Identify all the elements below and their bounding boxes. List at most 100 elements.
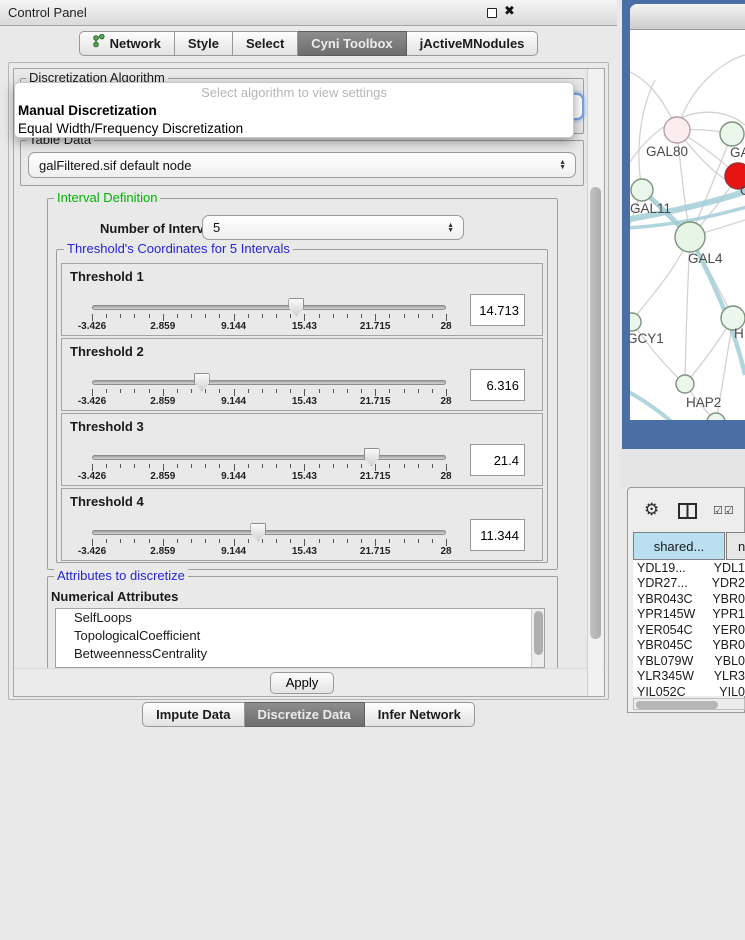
tab-select[interactable]: Select xyxy=(233,31,298,56)
slider-track[interactable] xyxy=(92,530,446,535)
attributes-scrollbar[interactable] xyxy=(531,609,545,668)
interval-definition-label: Interval Definition xyxy=(54,191,160,205)
table-data-combobox[interactable]: galFiltered.sif default node ▲▼ xyxy=(28,152,576,178)
slider-track[interactable] xyxy=(92,455,446,460)
slider-thumb[interactable] xyxy=(194,373,210,391)
slider-tick xyxy=(248,539,249,543)
gear-icon[interactable]: ⚙ xyxy=(644,500,659,520)
network-canvas[interactable]: GAL80GAL11GAL4GCY1HAP2GACH xyxy=(630,30,745,420)
network-node[interactable] xyxy=(720,122,744,146)
slider-tick xyxy=(177,389,178,393)
select-columns-icon[interactable]: ☑☑ xyxy=(713,504,735,517)
cell-name[interactable]: YBR0 xyxy=(708,638,745,652)
table-row[interactable]: YLR345WYLR3 xyxy=(633,669,745,685)
slider-tick xyxy=(262,314,263,318)
number-of-intervals-combobox[interactable]: 5 ▲▼ xyxy=(202,215,464,240)
cell-shared-name[interactable]: YBR045C xyxy=(633,638,708,652)
cell-shared-name[interactable]: YDL19... xyxy=(633,561,710,575)
cell-name[interactable]: YBR0 xyxy=(708,592,745,606)
network-node-hap2[interactable] xyxy=(676,375,694,393)
slider-track[interactable] xyxy=(92,380,446,385)
network-node-gal80[interactable] xyxy=(664,117,690,143)
cell-shared-name[interactable]: YER054C xyxy=(633,623,708,637)
cell-shared-name[interactable]: YDR27... xyxy=(633,576,708,590)
slider-tick-label: 9.144 xyxy=(212,546,256,557)
slider-tick xyxy=(149,389,150,393)
cell-shared-name[interactable]: YBL079W xyxy=(633,654,710,668)
slider-tick xyxy=(389,464,390,468)
network-edge-highlighted[interactable] xyxy=(630,390,672,420)
cell-name[interactable]: YLR3 xyxy=(710,669,745,683)
table-row[interactable]: YPR145WYPR1 xyxy=(633,607,745,623)
attribute-list-item[interactable]: SelfLoops xyxy=(56,609,544,627)
tab-jactivemnodules[interactable]: jActiveMNodules xyxy=(407,31,539,56)
slider-tick xyxy=(219,389,220,393)
network-node-gal11[interactable] xyxy=(631,179,653,201)
scrollbar-thumb[interactable] xyxy=(534,611,543,655)
slider-tick xyxy=(92,314,93,321)
cell-shared-name[interactable]: YLR345W xyxy=(633,669,710,683)
cell-name[interactable]: YPR1 xyxy=(708,607,745,621)
slider-tick-label: -3.426 xyxy=(70,321,114,332)
close-icon[interactable]: ✖ xyxy=(504,4,515,19)
cell-name[interactable]: YDR2 xyxy=(708,576,745,590)
algorithm-option-equal-width[interactable]: Equal Width/Frequency Discretization xyxy=(15,120,573,138)
threshold-value-input[interactable] xyxy=(470,519,525,551)
threshold-value-input[interactable] xyxy=(470,444,525,476)
slider-thumb[interactable] xyxy=(250,523,266,541)
slider-tick-label: 15.43 xyxy=(282,396,326,407)
apply-button[interactable]: Apply xyxy=(270,672,334,694)
tab-label: Infer Network xyxy=(378,703,461,727)
cell-name[interactable]: YBL0 xyxy=(710,654,745,668)
slider-thumb[interactable] xyxy=(364,448,380,466)
cell-shared-name[interactable]: YPR145W xyxy=(633,607,708,621)
tab-label: Discretize Data xyxy=(258,703,351,727)
scrollbar-thumb[interactable] xyxy=(590,187,601,639)
tab-infer-network[interactable]: Infer Network xyxy=(365,702,475,727)
tab-discretize-data[interactable]: Discretize Data xyxy=(245,702,365,727)
node-table[interactable]: YDL19...YDL1YDR27...YDR2YBR043CYBR0YPR14… xyxy=(633,560,745,696)
tab-impute-data[interactable]: Impute Data xyxy=(142,702,244,727)
table-row[interactable]: YIL052CYIL0 xyxy=(633,684,745,696)
cell-name[interactable]: YIL0 xyxy=(715,685,745,696)
table-row[interactable]: YDR27...YDR2 xyxy=(633,576,745,592)
table-row[interactable]: YDL19...YDL1 xyxy=(633,560,745,576)
network-node-gal4[interactable] xyxy=(675,222,705,252)
slider-tick xyxy=(248,389,249,393)
network-node[interactable] xyxy=(707,413,725,420)
threshold-label: Threshold 3 xyxy=(70,419,144,434)
table-row[interactable]: YBR045CYBR0 xyxy=(633,638,745,654)
cell-shared-name[interactable]: YBR043C xyxy=(633,592,708,606)
scrollbar-thumb[interactable] xyxy=(636,701,718,709)
network-edge[interactable] xyxy=(690,134,732,237)
node-label-partial: H xyxy=(734,326,744,341)
slider-tick-label: -3.426 xyxy=(70,546,114,557)
numerical-attributes-list[interactable]: SelfLoopsTopologicalCoefficientBetweenne… xyxy=(55,608,545,668)
network-node-gcy1[interactable] xyxy=(630,313,641,331)
cell-name[interactable]: YDL1 xyxy=(710,561,745,575)
tab-network[interactable]: Network xyxy=(79,31,175,56)
split-columns-icon[interactable] xyxy=(678,503,697,522)
settings-scrollbar[interactable] xyxy=(587,69,603,696)
table-row[interactable]: YER054CYER0 xyxy=(633,622,745,638)
cell-name[interactable]: YER0 xyxy=(708,623,745,637)
undock-icon[interactable] xyxy=(487,8,497,18)
tab-label: Impute Data xyxy=(156,703,230,727)
threshold-value-input[interactable] xyxy=(470,294,525,326)
cell-shared-name[interactable]: YIL052C xyxy=(633,685,715,696)
column-header-name[interactable]: name xyxy=(726,532,745,560)
table-row[interactable]: YBL079WYBL0 xyxy=(633,653,745,669)
tab-style[interactable]: Style xyxy=(175,31,233,56)
algorithm-placeholder-option[interactable]: Select algorithm to view settings xyxy=(15,83,573,102)
table-row[interactable]: YBR043CYBR0 xyxy=(633,591,745,607)
threshold-value-input[interactable] xyxy=(470,369,525,401)
column-header-shared-name[interactable]: shared... xyxy=(633,532,725,560)
table-horizontal-scrollbar[interactable] xyxy=(633,698,745,710)
slider-tick xyxy=(149,539,150,543)
tab-cyni-toolbox[interactable]: Cyni Toolbox xyxy=(298,31,406,56)
slider-track[interactable] xyxy=(92,305,446,310)
algorithm-option-manual[interactable]: Manual Discretization xyxy=(15,102,573,120)
attribute-list-item[interactable]: BetweennessCentrality xyxy=(56,645,544,663)
attribute-list-item[interactable]: TopologicalCoefficient xyxy=(56,627,544,645)
slider-tick-label: 2.859 xyxy=(141,546,185,557)
